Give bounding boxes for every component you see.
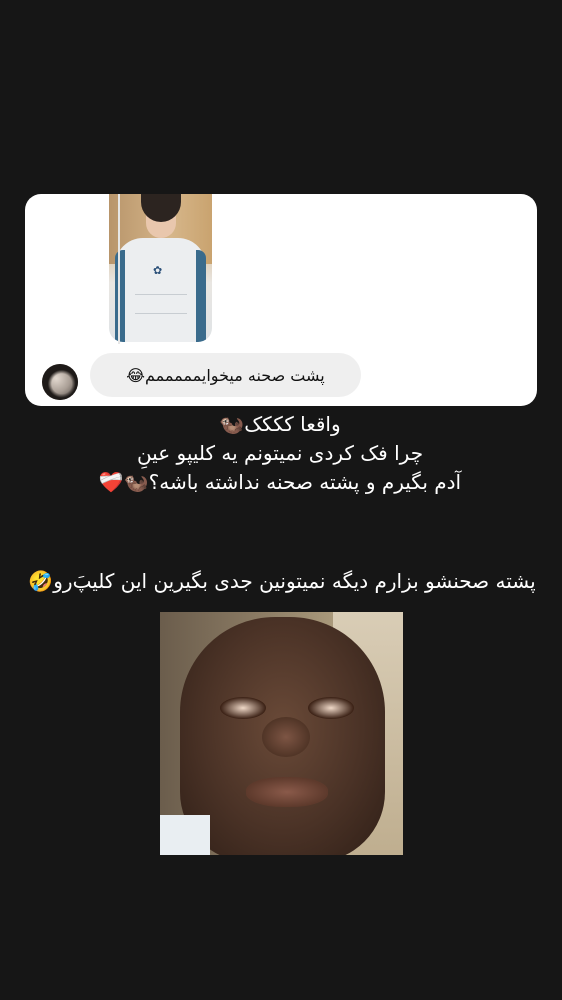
avatar[interactable] xyxy=(42,364,78,400)
laughing-emoji-icon: 😂 xyxy=(126,365,145,385)
quote-bar xyxy=(118,194,120,344)
reply-bubble[interactable]: پشت صحنه میخوایمممممم 😂 xyxy=(90,353,361,397)
reply-text: پشت صحنه میخوایمممممم xyxy=(145,365,325,385)
thumb-stripe-right xyxy=(196,250,206,342)
thumb-stripe-left xyxy=(115,250,125,342)
caption-line-1: واقعا کککک🦦 xyxy=(219,412,341,436)
second-caption: پشته صحنشو بزارم دیگه نمیتونین جدی بگیری… xyxy=(28,569,536,593)
brand-logo-icon: ✿ xyxy=(153,264,163,277)
meme-nose xyxy=(262,717,310,757)
story-reply-card: ✿ پشت صحنه میخوایمممممم 😂 xyxy=(25,194,537,406)
thumb-shirt-text xyxy=(135,294,187,314)
caption-line-3: آدم بگیرم و پشته صحنه نداشته باشه؟🦦❤️‍🩹 xyxy=(98,470,462,494)
meme-eye-right xyxy=(308,697,354,719)
avatar-hair xyxy=(42,364,78,400)
story-thumbnail[interactable]: ✿ xyxy=(109,194,212,342)
caption-line-2: چرا فک کردی نمیتونم یه کلیپو عینِ xyxy=(136,441,424,465)
crying-man-meme-image xyxy=(160,612,403,855)
meme-face xyxy=(180,617,385,855)
story-caption: واقعا کککک🦦 چرا فک کردی نمیتونم یه کلیپو… xyxy=(50,410,510,497)
meme-mouth xyxy=(246,777,328,807)
thumb-sweater xyxy=(115,238,206,342)
meme-eye-left xyxy=(220,697,266,719)
meme-shirt xyxy=(160,815,210,855)
